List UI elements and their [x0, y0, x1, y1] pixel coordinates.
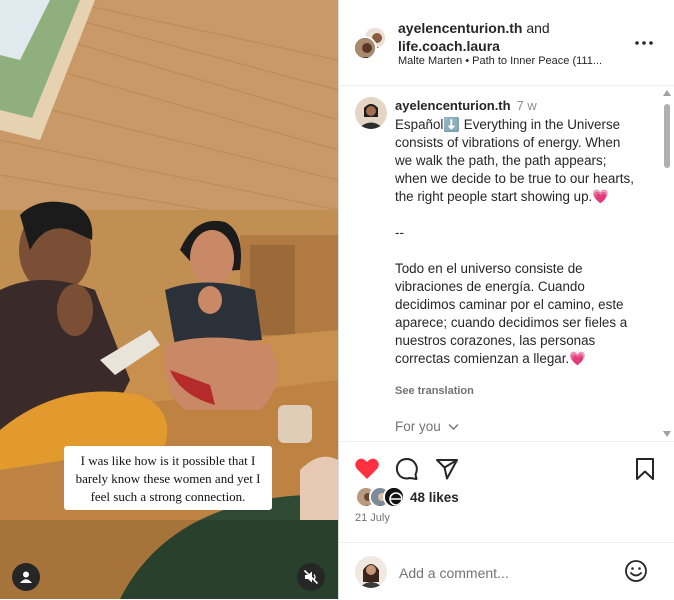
coauthor-username[interactable]: life.coach.laura [398, 38, 500, 54]
post-authors: ayelencenturion.th and life.coach.laura [398, 19, 550, 55]
speaker-muted-icon [303, 569, 319, 585]
post-header: ayelencenturion.th and life.coach.laura … [339, 0, 674, 86]
chevron-down-icon [448, 424, 459, 430]
scroll-up-arrow-icon[interactable] [663, 90, 671, 96]
tagged-users-button[interactable] [12, 563, 40, 591]
post-caption-text: Español⬇️ Everything in the Universe con… [395, 117, 634, 366]
like-button[interactable] [354, 456, 380, 482]
comments-scrollbar[interactable] [660, 86, 674, 441]
share-button[interactable] [434, 456, 460, 482]
authors-joiner: and [526, 20, 550, 36]
reel-video[interactable]: I was like how is it possible that I bar… [0, 0, 338, 599]
likes-count[interactable]: 48 likes [410, 490, 459, 505]
paper-plane-icon [436, 459, 458, 480]
liker-avatar [383, 486, 405, 508]
comment-composer [339, 542, 674, 600]
heart-filled-icon [355, 458, 379, 479]
bookmark-icon [636, 458, 654, 480]
post-actions [339, 442, 674, 490]
emoji-button[interactable] [624, 559, 648, 583]
avatar-image [385, 488, 403, 506]
comment-author[interactable]: ayelencenturion.th 7 w [395, 98, 537, 113]
avatar[interactable] [353, 36, 377, 60]
see-translation-link[interactable]: See translation [395, 385, 474, 397]
comment-username[interactable]: ayelencenturion.th [395, 98, 511, 113]
scrollbar-thumb[interactable] [664, 104, 670, 168]
comment-input[interactable] [397, 561, 611, 585]
more-icon [635, 41, 653, 45]
post-date: 21 July [355, 512, 390, 524]
person-icon [20, 571, 32, 583]
collab-avatars[interactable] [353, 26, 387, 60]
comment-bubble-icon [395, 458, 418, 480]
comments-section: ayelencenturion.th 7 w Español⬇️ Everythi… [339, 86, 674, 442]
post-details-panel: ayelencenturion.th and life.coach.laura … [338, 0, 674, 599]
avatar [355, 556, 387, 588]
avatar-image [355, 38, 375, 58]
comment-button[interactable] [394, 456, 420, 482]
avatar[interactable] [355, 97, 387, 129]
mute-button[interactable] [297, 563, 325, 591]
avatar-image [355, 97, 387, 129]
for-you-label: For you [395, 419, 441, 434]
author-username[interactable]: ayelencenturion.th [398, 20, 522, 36]
audio-attribution[interactable]: Malte Marten • Path to Inner Peace (111.… [398, 55, 602, 67]
smiley-icon [625, 560, 647, 582]
video-caption: I was like how is it possible that I bar… [64, 446, 272, 510]
more-options-button[interactable] [635, 34, 653, 45]
comment-time: 7 w [516, 98, 537, 113]
avatar-image [355, 556, 387, 588]
save-button[interactable] [632, 456, 658, 482]
for-you-dropdown[interactable]: For you [395, 419, 459, 434]
scroll-down-arrow-icon[interactable] [663, 431, 671, 437]
